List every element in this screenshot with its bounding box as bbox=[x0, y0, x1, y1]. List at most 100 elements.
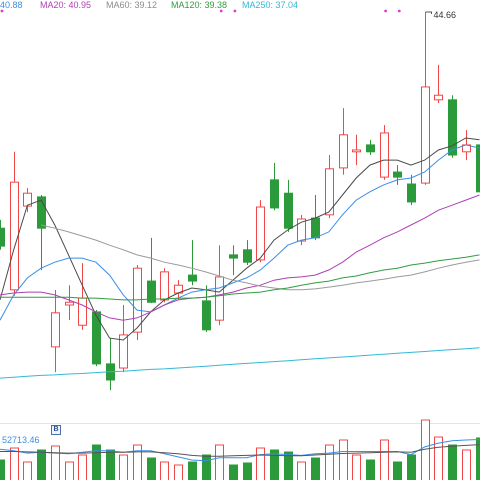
volume-bar bbox=[78, 454, 87, 480]
candle-body bbox=[311, 217, 320, 239]
candle-body bbox=[65, 301, 74, 306]
candle-up bbox=[133, 264, 142, 340]
candle-body bbox=[434, 94, 443, 101]
max-price-marker: 44.66 bbox=[425, 10, 457, 20]
volume-bar bbox=[188, 461, 197, 480]
candle-up bbox=[380, 125, 389, 180]
volume-bar bbox=[174, 464, 183, 480]
volume-bar bbox=[380, 439, 389, 480]
candle-body bbox=[393, 171, 402, 178]
volume-bar bbox=[407, 454, 416, 480]
volume-bar bbox=[160, 461, 169, 480]
legend-ma120: MA120: 39.38 bbox=[171, 0, 228, 10]
candle-body bbox=[78, 297, 87, 326]
candlestick-chart[interactable]: 44.66 bbox=[0, 0, 480, 480]
volume-bar bbox=[119, 454, 128, 480]
candle-body bbox=[284, 192, 293, 229]
candle-down bbox=[147, 237, 156, 304]
volume-bar bbox=[462, 449, 471, 480]
volume-bar bbox=[10, 447, 19, 480]
ma-line-ma250 bbox=[0, 347, 480, 379]
candle-up bbox=[215, 245, 224, 326]
candle-down bbox=[366, 139, 375, 156]
volume-bar bbox=[448, 444, 457, 480]
candle-body bbox=[202, 300, 211, 331]
candle-body bbox=[339, 134, 348, 169]
candle-body bbox=[51, 312, 60, 348]
candle-down bbox=[229, 245, 238, 276]
candle-up bbox=[339, 108, 348, 175]
candle-down bbox=[202, 285, 211, 333]
volume-bar bbox=[65, 461, 74, 480]
candle-up bbox=[10, 151, 19, 296]
candle-down bbox=[106, 338, 115, 391]
ma-line bbox=[0, 137, 480, 341]
candle-body bbox=[243, 249, 252, 263]
candle-body bbox=[256, 206, 265, 261]
candle-body bbox=[92, 311, 101, 365]
candle-body bbox=[10, 181, 19, 291]
max-price-label: 44.66 bbox=[434, 10, 457, 20]
legend-ma60: MA60: 39.12 bbox=[106, 0, 158, 10]
candle-body bbox=[215, 276, 224, 321]
volume-bar bbox=[0, 459, 5, 480]
volume-bar bbox=[311, 457, 320, 480]
candle-up bbox=[23, 188, 32, 213]
candle-down bbox=[92, 310, 101, 367]
volume-bar bbox=[243, 462, 252, 480]
candle-body bbox=[160, 271, 169, 301]
candle-body bbox=[270, 179, 279, 209]
candle-up bbox=[119, 304, 128, 373]
candle-down bbox=[243, 240, 252, 265]
volume-bar bbox=[270, 449, 279, 480]
volume-bar bbox=[92, 444, 101, 480]
candle-body bbox=[229, 254, 238, 259]
candle-body bbox=[0, 227, 5, 247]
volume-bar bbox=[215, 444, 224, 480]
candle-body bbox=[476, 144, 480, 193]
candle-up bbox=[352, 134, 361, 166]
candle-down bbox=[0, 219, 5, 250]
volume-bar bbox=[366, 459, 375, 480]
volume-ma-value: 52713.46 bbox=[2, 435, 40, 445]
candle-down bbox=[188, 240, 197, 286]
volume-bar bbox=[51, 445, 60, 480]
candle-body bbox=[380, 132, 389, 178]
volume-bar bbox=[23, 461, 32, 480]
candle-up bbox=[256, 200, 265, 263]
candle-body bbox=[407, 183, 416, 203]
candle-up bbox=[78, 263, 87, 330]
ma-legend: 40.88 MA20: 40.95 MA60: 39.12 MA120: 39.… bbox=[0, 0, 480, 11]
volume-bar bbox=[229, 464, 238, 480]
candle-up bbox=[51, 289, 60, 373]
volume-bar bbox=[352, 454, 361, 480]
candle-down bbox=[407, 174, 416, 206]
volume-bar bbox=[147, 457, 156, 480]
max-price-leader bbox=[425, 11, 432, 14]
candle-up bbox=[65, 285, 74, 321]
volume-bar bbox=[297, 461, 306, 480]
candle-body bbox=[352, 149, 361, 153]
volume-bar bbox=[325, 444, 334, 480]
volume-ma-line bbox=[0, 444, 480, 457]
candle-body bbox=[366, 144, 375, 153]
moving-average-lines bbox=[0, 137, 480, 379]
volume-bar bbox=[393, 461, 402, 480]
candle-up bbox=[160, 268, 169, 303]
volume-bars bbox=[0, 419, 480, 480]
candle-down bbox=[393, 165, 402, 185]
volume-bar bbox=[339, 439, 348, 480]
volume-bar bbox=[133, 444, 142, 480]
volume-bar bbox=[37, 449, 46, 480]
legend-ma250: MA250: 37.04 bbox=[242, 0, 299, 10]
candle-body bbox=[188, 274, 197, 282]
volume-b-marker-icon[interactable]: B bbox=[51, 425, 61, 435]
legend-ma10-value: 40.88 bbox=[0, 0, 23, 10]
legend-ma20: MA20: 40.95 bbox=[40, 0, 92, 10]
candle-up bbox=[434, 64, 443, 104]
price-candles bbox=[0, 11, 480, 391]
volume-bar bbox=[256, 447, 265, 480]
candle-down bbox=[270, 162, 279, 211]
volume-bar bbox=[106, 449, 115, 480]
volume-bar bbox=[202, 454, 211, 480]
